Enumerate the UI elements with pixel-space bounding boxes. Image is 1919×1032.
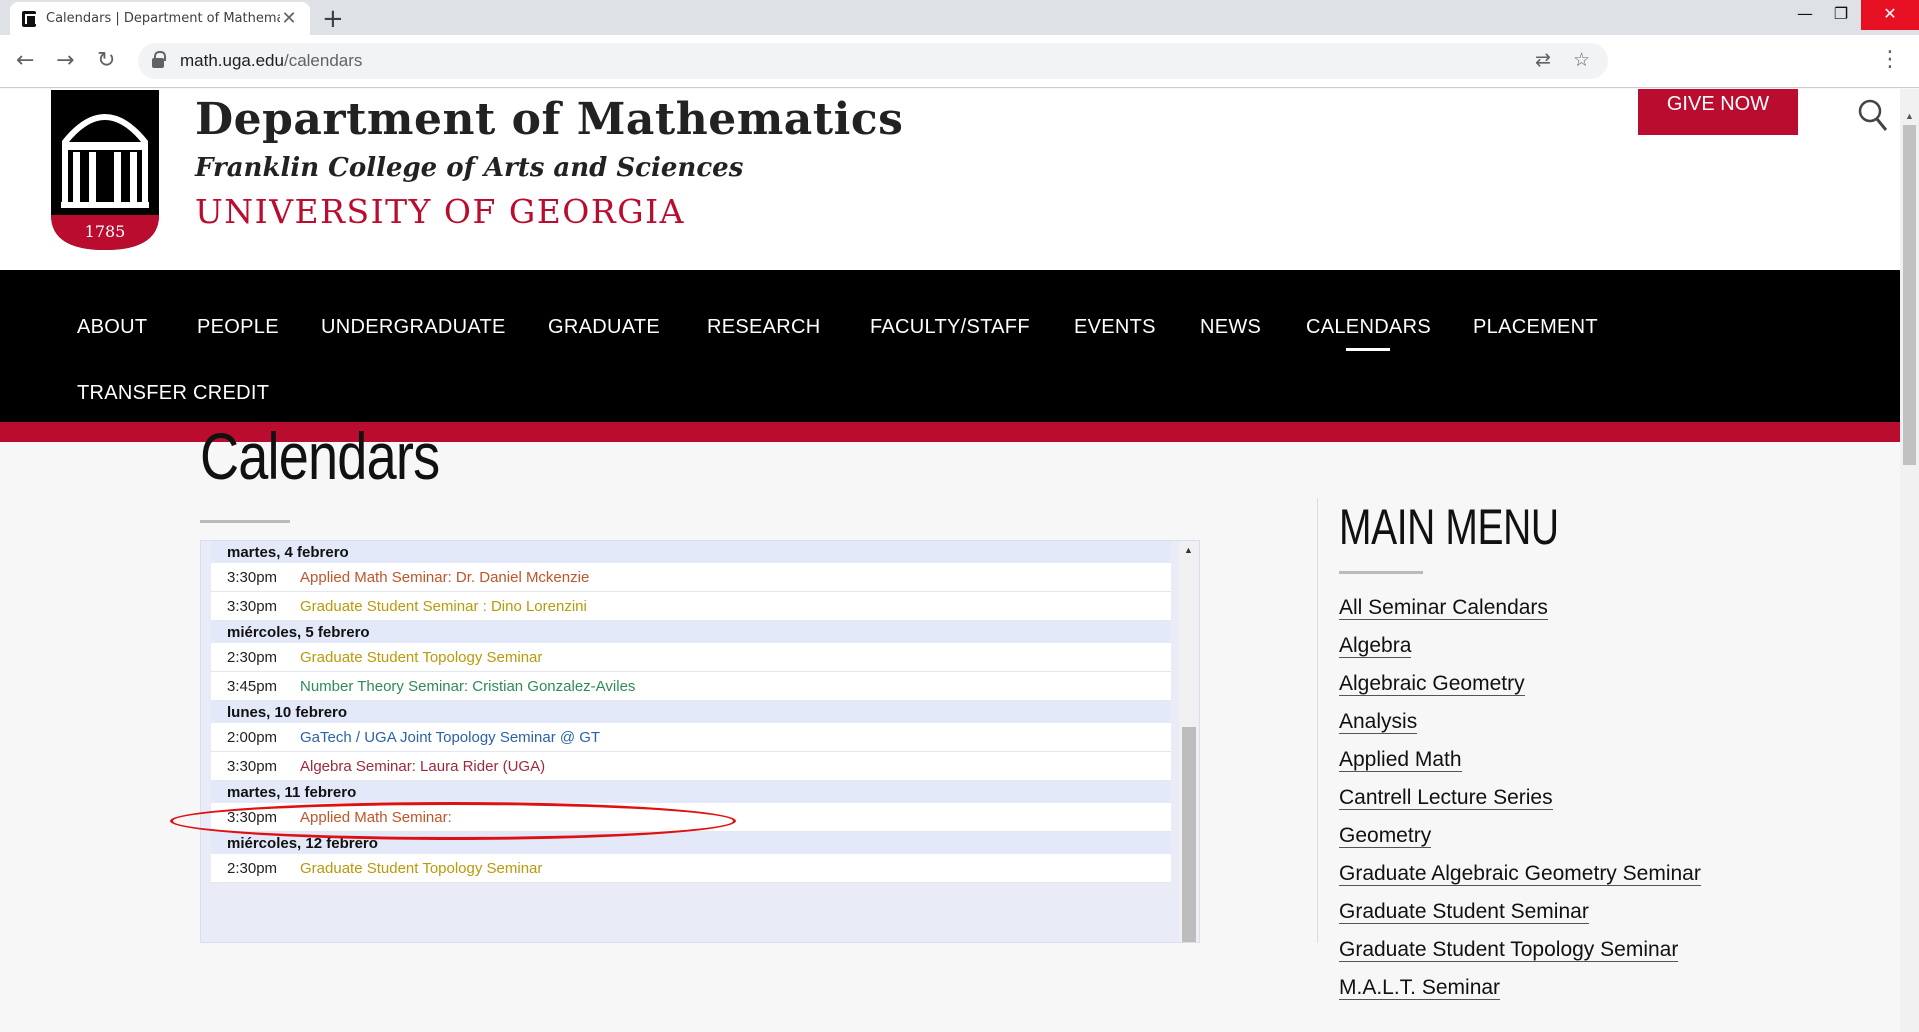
new-tab-button[interactable]: + bbox=[322, 4, 344, 34]
main-menu-link[interactable]: Geometry bbox=[1339, 822, 1779, 850]
calendar-date-header: martes, 11 febrero bbox=[211, 781, 1171, 803]
give-now-button[interactable]: GIVE NOW bbox=[1638, 89, 1798, 135]
nav-transfer-credit[interactable]: TRANSFER CREDIT bbox=[77, 382, 269, 405]
main-menu-underline bbox=[1339, 571, 1423, 574]
scroll-up-arrow-icon[interactable]: ▲ bbox=[1905, 111, 1914, 121]
main-menu-link[interactable]: Cantrell Lecture Series bbox=[1339, 784, 1779, 812]
main-menu-link[interactable]: Algebra bbox=[1339, 632, 1779, 660]
event-time: 3:30pm bbox=[227, 757, 278, 775]
favicon-icon bbox=[22, 10, 37, 27]
calendar-date-header: miércoles, 12 febrero bbox=[211, 832, 1171, 854]
svg-text:1785: 1785 bbox=[85, 222, 126, 241]
nav-news[interactable]: NEWS bbox=[1200, 316, 1261, 339]
search-icon[interactable] bbox=[1858, 99, 1888, 133]
event-title-link[interactable]: GaTech / UGA Joint Topology Seminar @ GT bbox=[300, 729, 1171, 746]
calendar-event-row[interactable]: 3:30pm Applied Math Seminar: bbox=[211, 803, 1171, 832]
event-time: 2:30pm bbox=[227, 648, 278, 666]
main-navigation: ABOUT PEOPLE UNDERGRADUATE GRADUATE RESE… bbox=[0, 270, 1900, 442]
calendar-date-header: lunes, 10 febrero bbox=[211, 701, 1171, 723]
calendar-scroll-thumb[interactable] bbox=[1182, 727, 1196, 942]
calendar-date-header: martes, 4 febrero bbox=[211, 541, 1171, 563]
title-divider bbox=[200, 520, 290, 523]
translate-icon[interactable]: ⇄ bbox=[1535, 49, 1551, 71]
nav-people[interactable]: PEOPLE bbox=[197, 316, 279, 339]
main-menu-link[interactable]: Graduate Algebraic Geometry Seminar bbox=[1339, 860, 1779, 888]
main-menu-link[interactable]: Analysis bbox=[1339, 708, 1779, 736]
event-time: 3:30pm bbox=[227, 597, 278, 615]
calendar-agenda-list: martes, 4 febrero 3:30pm Applied Math Semi… bbox=[211, 541, 1171, 883]
calendar-event-row[interactable]: 2:30pm Graduate Student Topology Seminar bbox=[211, 643, 1171, 672]
reload-button[interactable]: ↻ bbox=[97, 48, 115, 73]
browser-tab[interactable]: Calendars | Department of Mathematics ✕ bbox=[10, 2, 310, 35]
main-menu-link[interactable]: Algebraic Geometry bbox=[1339, 670, 1779, 698]
main-menu-title: MAIN MENU bbox=[1339, 499, 1559, 555]
calendar-scrollbar[interactable]: ▲ bbox=[1179, 541, 1199, 942]
tab-strip: Calendars | Department of Mathematics ✕ … bbox=[0, 0, 1919, 35]
forward-button[interactable]: → bbox=[56, 48, 74, 73]
bookmark-star-icon[interactable]: ☆ bbox=[1573, 49, 1590, 71]
main-menu-link[interactable]: Graduate Student Topology Seminar bbox=[1339, 936, 1779, 964]
calendar-embed: martes, 4 febrero 3:30pm Applied Math Semi… bbox=[200, 540, 1200, 943]
tab-close-icon[interactable]: ✕ bbox=[280, 8, 298, 29]
university-name[interactable]: UNIVERSITY OF GEORGIA bbox=[195, 192, 685, 231]
event-time: 3:30pm bbox=[227, 808, 278, 826]
main-menu-link[interactable]: Applied Math bbox=[1339, 746, 1779, 774]
uga-arch-seal-icon[interactable]: 1785 bbox=[51, 90, 159, 250]
event-time: 2:30pm bbox=[227, 859, 278, 877]
event-title-link[interactable]: Algebra Seminar: Laura Rider (UGA) bbox=[300, 758, 1171, 775]
scroll-up-arrow-icon[interactable]: ▲ bbox=[1184, 545, 1193, 555]
page-scroll-thumb[interactable] bbox=[1903, 125, 1916, 465]
event-title-link[interactable]: Applied Math Seminar: bbox=[300, 809, 1171, 826]
site-header: 1785 Department of Mathematics Franklin … bbox=[0, 89, 1900, 270]
event-title-link[interactable]: Graduate Student Topology Seminar bbox=[300, 649, 1171, 666]
back-button[interactable]: ← bbox=[16, 48, 34, 73]
event-title-link[interactable]: Number Theory Seminar: Cristian Gonzalez… bbox=[300, 678, 1171, 695]
nav-calendars[interactable]: CALENDARS bbox=[1306, 316, 1431, 351]
main-menu-link[interactable]: M.A.L.T. Seminar bbox=[1339, 974, 1779, 1002]
url-text: math.uga.edu/calendars bbox=[180, 51, 363, 70]
event-title-link[interactable]: Graduate Student Seminar : Dino Lorenzin… bbox=[300, 598, 1171, 615]
nav-faculty-staff[interactable]: FACULTY/STAFF bbox=[870, 316, 1030, 339]
main-menu-link[interactable]: All Seminar Calendars bbox=[1339, 594, 1779, 622]
tab-title: Calendars | Department of Mathematics bbox=[46, 11, 280, 26]
calendar-event-row[interactable]: 3:45pm Number Theory Seminar: Cristian Go… bbox=[211, 672, 1171, 701]
page-title: Calendars bbox=[200, 419, 440, 493]
sidebar-divider bbox=[1317, 498, 1318, 943]
nav-research[interactable]: RESEARCH bbox=[707, 316, 821, 339]
calendar-date-header: miércoles, 5 febrero bbox=[211, 621, 1171, 643]
event-title-link[interactable]: Applied Math Seminar: Dr. Daniel Mckenzi… bbox=[300, 569, 1171, 586]
lock-icon bbox=[152, 51, 166, 68]
nav-events[interactable]: EVENTS bbox=[1074, 316, 1156, 339]
close-window-button[interactable]: ✕ bbox=[1861, 0, 1919, 30]
main-menu-link[interactable]: Graduate Student Seminar bbox=[1339, 898, 1779, 926]
main-menu-list: All Seminar Calendars Algebra Algebraic Ge… bbox=[1339, 594, 1779, 1012]
page-scrollbar[interactable]: ▲ bbox=[1900, 89, 1919, 1032]
browser-toolbar: ← → ↻ math.uga.edu/calendars ⇄ ☆ ⋮ bbox=[0, 35, 1919, 88]
calendar-event-row[interactable]: 2:00pm GaTech / UGA Joint Topology Semina… bbox=[211, 723, 1171, 752]
event-title-link[interactable]: Graduate Student Topology Seminar bbox=[300, 860, 1171, 877]
college-name[interactable]: Franklin College of Arts and Sciences bbox=[195, 153, 743, 183]
browser-menu-icon[interactable]: ⋮ bbox=[1879, 47, 1901, 72]
calendar-event-row[interactable]: 3:30pm Algebra Seminar: Laura Rider (UGA) bbox=[211, 752, 1171, 781]
nav-undergraduate[interactable]: UNDERGRADUATE bbox=[321, 316, 506, 339]
calendar-event-row[interactable]: 2:30pm Graduate Student Topology Seminar bbox=[211, 854, 1171, 883]
event-time: 3:30pm bbox=[227, 568, 278, 586]
nav-graduate[interactable]: GRADUATE bbox=[548, 316, 660, 339]
calendar-event-row[interactable]: 3:30pm Applied Math Seminar: Dr. Daniel M… bbox=[211, 563, 1171, 592]
address-bar[interactable]: math.uga.edu/calendars ⇄ ☆ bbox=[138, 43, 1608, 79]
nav-about[interactable]: ABOUT bbox=[77, 316, 147, 339]
event-time: 3:45pm bbox=[227, 677, 278, 695]
event-time: 2:00pm bbox=[227, 728, 278, 746]
calendar-event-row[interactable]: 3:30pm Graduate Student Seminar : Dino Lo… bbox=[211, 592, 1171, 621]
nav-placement[interactable]: PLACEMENT bbox=[1473, 316, 1598, 339]
department-title[interactable]: Department of Mathematics bbox=[195, 94, 903, 145]
